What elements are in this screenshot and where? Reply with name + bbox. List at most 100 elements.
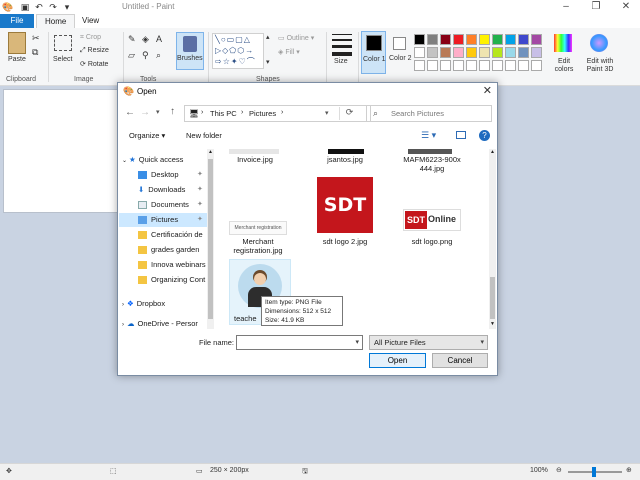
file-sdt-logo-2[interactable]: sdt logo 2.jpg — [311, 237, 379, 246]
color-swatch[interactable] — [492, 34, 503, 45]
color-swatch[interactable] — [453, 34, 464, 45]
color-swatch[interactable] — [505, 34, 516, 45]
copy-icon[interactable]: ⧉ — [32, 47, 38, 58]
nav-onedrive[interactable]: › ☁ OneDrive - Persor — [122, 317, 198, 331]
shapes-more-icon[interactable]: ▾ — [266, 58, 270, 66]
color-swatch[interactable] — [466, 47, 477, 58]
nav-desktop[interactable]: Desktop ✦ — [138, 168, 203, 182]
invoice-thumbnail[interactable] — [229, 149, 279, 154]
scroll-up-icon[interactable]: ▲ — [490, 149, 495, 155]
color-swatch[interactable] — [505, 47, 516, 58]
nav-folder[interactable]: Certificación de — [138, 228, 203, 242]
color-swatch[interactable] — [440, 47, 451, 58]
zoom-out-button[interactable]: ⊖ — [556, 466, 562, 474]
paint-canvas[interactable] — [3, 89, 118, 213]
file-merchant-registration[interactable]: Merchant registration.jpg — [225, 237, 291, 255]
maximize-button[interactable]: ❐ — [582, 0, 610, 14]
cancel-button[interactable]: Cancel — [432, 353, 488, 368]
custom-color-swatch[interactable] — [414, 60, 425, 71]
help-icon[interactable]: ? — [479, 130, 490, 141]
breadcrumb-pictures[interactable]: Pictures — [249, 109, 276, 118]
recent-locations-button[interactable]: ▾ — [156, 108, 160, 116]
forward-button[interactable]: → — [140, 107, 150, 118]
cut-icon[interactable]: ✂ — [32, 33, 40, 44]
search-box[interactable]: ⌕ Search Pictures — [366, 105, 492, 122]
custom-color-swatch[interactable] — [427, 60, 438, 71]
size-icon[interactable] — [332, 34, 352, 58]
color-swatch[interactable] — [518, 34, 529, 45]
edit-colors-icon[interactable] — [554, 34, 572, 52]
scroll-up-icon[interactable]: ▲ — [208, 149, 213, 155]
custom-color-swatch[interactable] — [492, 60, 503, 71]
tab-view[interactable]: View — [74, 14, 107, 28]
nav-scrollbar[interactable]: ▲ — [207, 149, 214, 329]
shapes-scroll-icon[interactable]: ▴ — [266, 33, 270, 41]
paste-button[interactable]: Paste — [8, 56, 26, 63]
merchant-thumbnail[interactable]: Merchant registration — [229, 221, 287, 235]
color-swatch[interactable] — [427, 34, 438, 45]
color-swatch[interactable] — [479, 34, 490, 45]
resize-button[interactable]: ⤢ Resize — [80, 47, 109, 55]
color-swatch[interactable] — [479, 47, 490, 58]
address-bar[interactable]: 🖥 › This PC › Pictures › ▾ ⟳ — [184, 105, 371, 122]
color-swatch[interactable] — [453, 47, 464, 58]
close-window-button[interactable]: ✕ — [612, 0, 640, 14]
color2-button[interactable]: Color 2 — [389, 31, 412, 74]
file-invoice[interactable]: Invoice.jpg — [225, 155, 285, 164]
sdt-logo-thumbnail[interactable]: SDT Online — [403, 209, 461, 231]
new-folder-button[interactable]: New folder — [186, 131, 222, 140]
color-swatch[interactable] — [492, 47, 503, 58]
undo-icon[interactable]: ↶ — [34, 2, 44, 12]
address-dropdown-button[interactable]: ▾ — [325, 109, 329, 117]
zoom-slider-thumb[interactable] — [592, 467, 596, 477]
zoom-in-button[interactable]: ⊕ — [626, 466, 632, 474]
color-swatch[interactable] — [531, 34, 542, 45]
preview-pane-icon[interactable] — [456, 131, 466, 139]
filename-dropdown-icon[interactable]: ▾ — [355, 338, 359, 346]
color-swatch[interactable] — [440, 34, 451, 45]
custom-color-swatch[interactable] — [531, 60, 542, 71]
paint3d-icon[interactable] — [590, 34, 608, 52]
color-swatch[interactable] — [531, 47, 542, 58]
view-options-icon[interactable]: ☰ ▾ — [421, 130, 436, 141]
eraser-icon[interactable]: ▱ — [128, 50, 135, 61]
save-icon[interactable]: ▣ — [20, 2, 30, 12]
open-button[interactable]: Open — [369, 353, 426, 368]
tab-file[interactable]: File — [0, 14, 34, 28]
file-scrollbar[interactable]: ▲ ▼ — [489, 149, 496, 329]
color-swatch[interactable] — [427, 47, 438, 58]
nav-quick-access[interactable]: ⌄ ★ Quick access — [122, 153, 183, 167]
nav-dropbox[interactable]: › ❖ Dropbox — [122, 297, 165, 311]
dialog-close-button[interactable]: ✕ — [483, 84, 492, 97]
custom-color-swatch[interactable] — [518, 60, 529, 71]
crop-button[interactable]: ⌗ Crop — [80, 34, 101, 42]
up-button[interactable]: ↑ — [170, 106, 175, 117]
pencil-icon[interactable]: ✎ — [128, 34, 136, 45]
brushes-button[interactable]: Brushes — [176, 32, 204, 70]
nav-folder[interactable]: grades garden — [138, 243, 199, 257]
paste-icon[interactable] — [8, 32, 26, 54]
custom-color-swatch[interactable] — [479, 60, 490, 71]
color-swatch[interactable] — [414, 34, 425, 45]
color-picker-icon[interactable]: ⚲ — [142, 50, 149, 61]
filename-input[interactable]: ▾ — [236, 335, 363, 350]
scroll-down-icon[interactable]: ▼ — [490, 321, 495, 327]
text-tool-icon[interactable]: A — [156, 34, 162, 44]
select-icon[interactable] — [54, 35, 72, 51]
nav-scroll-thumb[interactable] — [208, 159, 213, 319]
outline-button[interactable]: ▭ Outline ▾ — [278, 34, 314, 42]
color-swatch[interactable] — [518, 47, 529, 58]
minimize-button[interactable]: – — [552, 0, 580, 14]
file-mafm[interactable]: MAFM6223-900x 444.jpg — [398, 155, 466, 173]
edit-colors-button[interactable]: Edit colors — [552, 58, 576, 74]
rotate-button[interactable]: ⟳ Rotate — [80, 60, 108, 68]
customize-qat-icon[interactable]: ▾ — [62, 2, 72, 12]
color-swatch[interactable] — [414, 47, 425, 58]
shapes-gallery[interactable]: ╲○▭▢△ ▷◇⬠⬡→ ⇨☆✦♡⌒ — [212, 33, 264, 69]
nav-pictures[interactable]: Pictures ✦ — [119, 213, 207, 227]
custom-color-swatch[interactable] — [440, 60, 451, 71]
custom-color-swatch[interactable] — [453, 60, 464, 71]
nav-folder[interactable]: Innova webinars — [138, 258, 206, 272]
mafm-thumbnail[interactable] — [408, 149, 452, 154]
magnifier-icon[interactable]: ⌕ — [156, 50, 161, 61]
